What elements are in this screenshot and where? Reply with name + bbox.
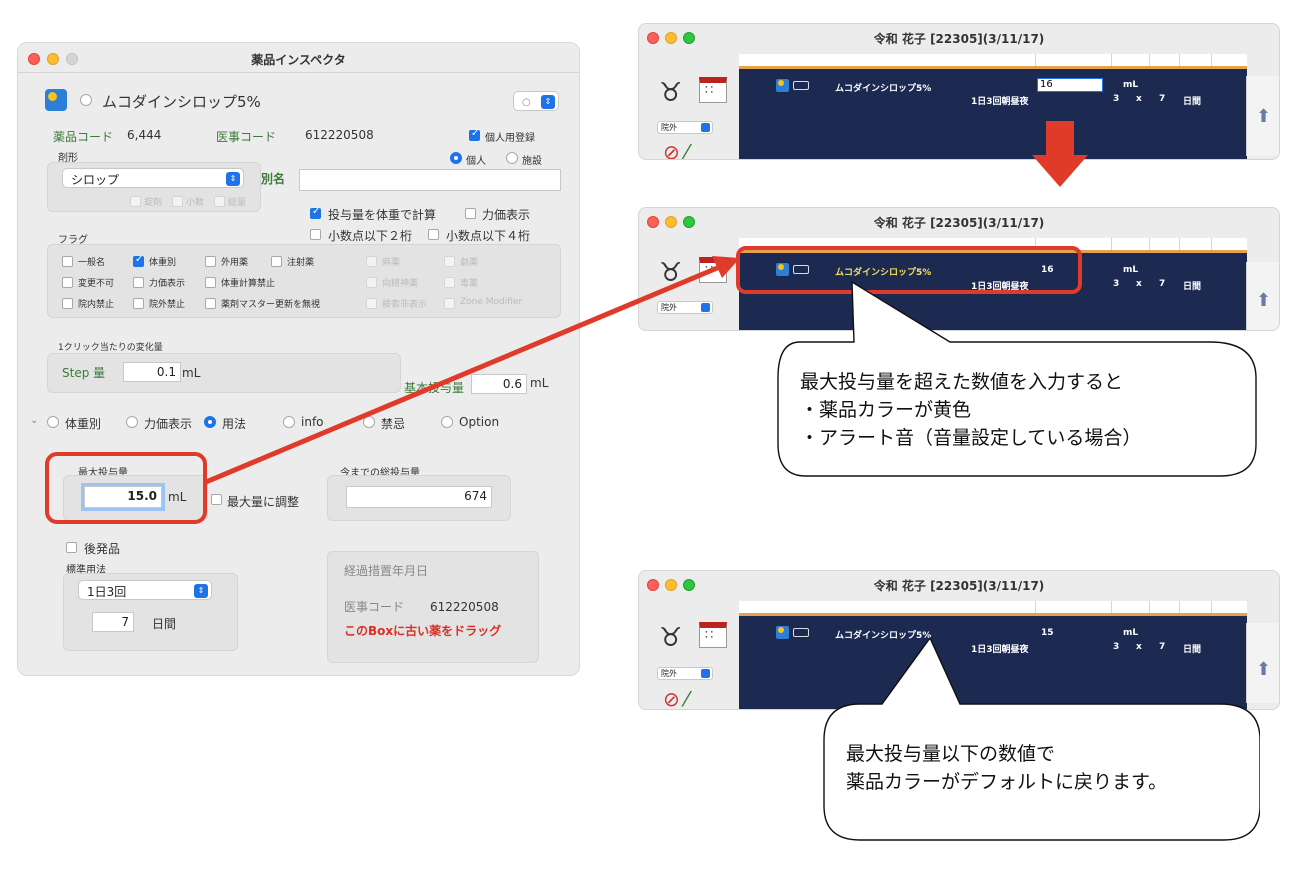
normal-callout-line2: 薬品カラーがデフォルトに戻ります。 (846, 771, 1168, 793)
drug-color-icon[interactable] (776, 626, 789, 639)
warning-callout-line3: ・アラート音（音量設定している場合） (800, 427, 1142, 449)
normal-callout-outline (823, 636, 1260, 841)
normal-callout-line1: 最大投与量以下の数値で (846, 743, 1056, 765)
prescription-icon[interactable]: ♉ (659, 623, 682, 653)
drug-tag-icon (793, 628, 809, 637)
warning-callout-line2: ・薬品カラーが黄色 (800, 399, 972, 421)
capsule-icon[interactable]: ⁄ (685, 687, 688, 709)
pill-icon[interactable]: ⊘ (663, 687, 680, 709)
normal-callout-shape (823, 636, 1260, 841)
connector-arrow-line (205, 263, 723, 485)
calendar-icon[interactable] (699, 622, 727, 648)
chevron-updown-icon (701, 669, 710, 678)
record-accent-line (739, 613, 1247, 616)
record-title: 令和 花子 [22305](3/11/17) (873, 579, 1045, 593)
ward-value: 院外 (661, 669, 677, 678)
ward-select[interactable]: 院外 (657, 667, 713, 680)
warning-callout-line1: 最大投与量を超えた数値を入力すると (800, 371, 1124, 393)
